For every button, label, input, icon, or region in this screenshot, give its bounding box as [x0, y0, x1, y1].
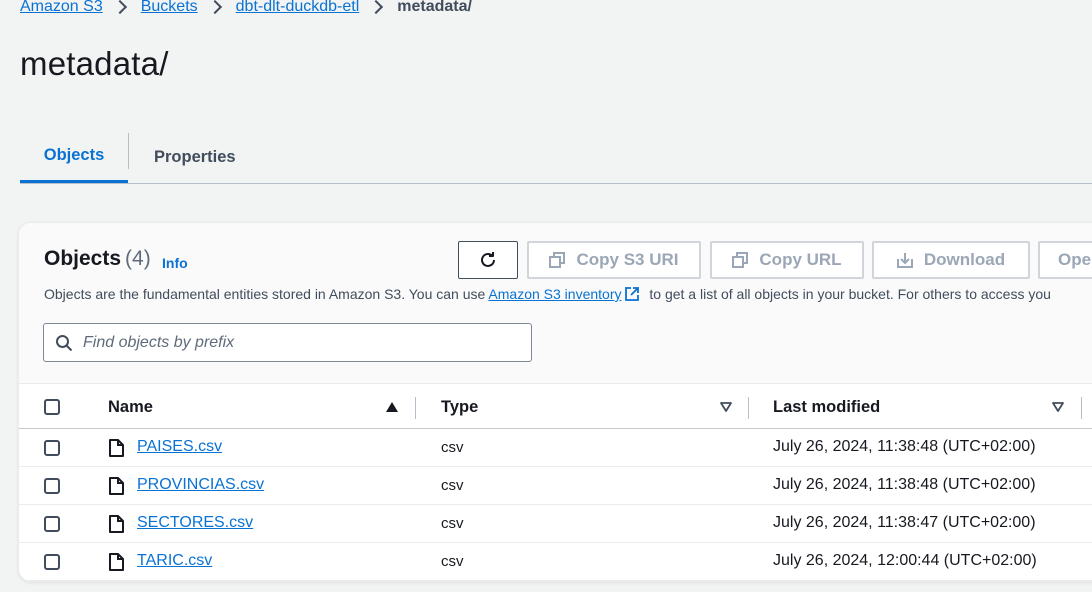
- download-button[interactable]: Download: [872, 241, 1030, 279]
- row-checkbox[interactable]: [44, 554, 60, 570]
- table-header: Name Type Last modified: [19, 383, 1092, 429]
- breadcrumb: Amazon S3 Buckets dbt-dlt-duckdb-etl met…: [20, 0, 472, 18]
- object-type: csv: [441, 477, 464, 494]
- object-type: csv: [441, 515, 464, 532]
- column-resizer[interactable]: [1081, 397, 1082, 419]
- row-checkbox[interactable]: [44, 516, 60, 532]
- object-name-link[interactable]: PAISES.csv: [137, 438, 222, 456]
- inventory-link[interactable]: Amazon S3 inventory: [488, 286, 621, 302]
- file-icon: [109, 477, 124, 495]
- copy-icon: [732, 251, 749, 268]
- info-link[interactable]: Info: [162, 255, 188, 271]
- refresh-button[interactable]: [458, 241, 518, 279]
- tab-objects[interactable]: Objects: [20, 131, 128, 183]
- external-link-icon: [625, 287, 640, 301]
- download-icon: [896, 252, 913, 268]
- page-title: metadata/: [20, 45, 169, 82]
- search-box: [43, 323, 532, 362]
- refresh-icon: [481, 252, 495, 267]
- objects-panel-header: Objects (4) Info Copy S3 URI Copy URL Do…: [19, 223, 1092, 383]
- row-checkbox[interactable]: [44, 440, 60, 456]
- row-checkbox[interactable]: [44, 478, 60, 494]
- open-button[interactable]: Ope: [1038, 241, 1092, 279]
- objects-heading-label: Objects: [44, 247, 122, 270]
- object-name-link[interactable]: TARIC.csv: [137, 552, 212, 570]
- chevron-right-icon: [369, 0, 384, 15]
- column-header-type[interactable]: Type: [441, 384, 478, 430]
- objects-panel: Objects (4) Info Copy S3 URI Copy URL Do…: [19, 223, 1092, 581]
- table-row: PAISES.csv csv July 26, 2024, 11:38:48 (…: [19, 429, 1092, 467]
- table-row: SECTORES.csv csv July 26, 2024, 11:38:47…: [19, 505, 1092, 543]
- objects-description: Objects are the fundamental entities sto…: [44, 286, 1051, 302]
- file-icon: [109, 439, 124, 457]
- object-last-modified: July 26, 2024, 11:38:47 (UTC+02:00): [773, 514, 1036, 531]
- copy-url-label: Copy URL: [759, 250, 842, 269]
- object-type: csv: [441, 439, 464, 456]
- object-last-modified: July 26, 2024, 11:38:48 (UTC+02:00): [773, 438, 1036, 455]
- sort-icon[interactable]: [1051, 401, 1065, 413]
- sort-icon[interactable]: [719, 401, 733, 413]
- column-resizer[interactable]: [748, 397, 749, 419]
- tab-divider: [128, 133, 129, 169]
- object-last-modified: July 26, 2024, 12:00:44 (UTC+02:00): [773, 552, 1037, 569]
- table-row: TARIC.csv csv July 26, 2024, 12:00:44 (U…: [19, 543, 1092, 581]
- object-name-link[interactable]: SECTORES.csv: [137, 514, 253, 532]
- copy-icon: [549, 251, 566, 268]
- chevron-right-icon: [207, 0, 222, 15]
- tab-bar: Objects Properties: [20, 131, 1092, 184]
- select-all-checkbox[interactable]: [44, 399, 60, 415]
- search-icon: [56, 334, 73, 351]
- object-name-link[interactable]: PROVINCIAS.csv: [137, 476, 264, 494]
- tab-properties[interactable]: Properties: [154, 131, 236, 183]
- description-prefix: Objects are the fundamental entities sto…: [44, 286, 489, 302]
- object-last-modified: July 26, 2024, 11:38:48 (UTC+02:00): [773, 476, 1036, 493]
- open-label: Ope: [1058, 250, 1092, 269]
- search-input[interactable]: [83, 333, 523, 352]
- objects-count: (4): [125, 247, 151, 270]
- file-icon: [109, 553, 124, 571]
- column-resizer[interactable]: [415, 397, 416, 419]
- object-type: csv: [441, 553, 464, 570]
- description-suffix: to get a list of all objects in your buc…: [645, 286, 1051, 302]
- column-header-last-modified[interactable]: Last modified: [773, 384, 880, 430]
- copy-s3-uri-label: Copy S3 URI: [576, 250, 679, 269]
- objects-table: Name Type Last modified PAISES.csv csv J…: [19, 383, 1092, 581]
- table-row: PROVINCIAS.csv csv July 26, 2024, 11:38:…: [19, 467, 1092, 505]
- column-header-name[interactable]: Name: [108, 384, 153, 430]
- breadcrumb-current: metadata/: [397, 0, 472, 15]
- sort-ascending-icon[interactable]: [385, 401, 399, 413]
- copy-s3-uri-button[interactable]: Copy S3 URI: [527, 241, 701, 279]
- breadcrumb-amazon-s3[interactable]: Amazon S3: [20, 0, 103, 16]
- breadcrumb-buckets[interactable]: Buckets: [141, 0, 198, 16]
- breadcrumb-bucket[interactable]: dbt-dlt-duckdb-etl: [236, 0, 360, 16]
- chevron-right-icon: [112, 0, 127, 15]
- file-icon: [109, 515, 124, 533]
- objects-heading: Objects (4): [44, 247, 151, 271]
- copy-url-button[interactable]: Copy URL: [710, 241, 864, 279]
- download-label: Download: [923, 250, 1006, 269]
